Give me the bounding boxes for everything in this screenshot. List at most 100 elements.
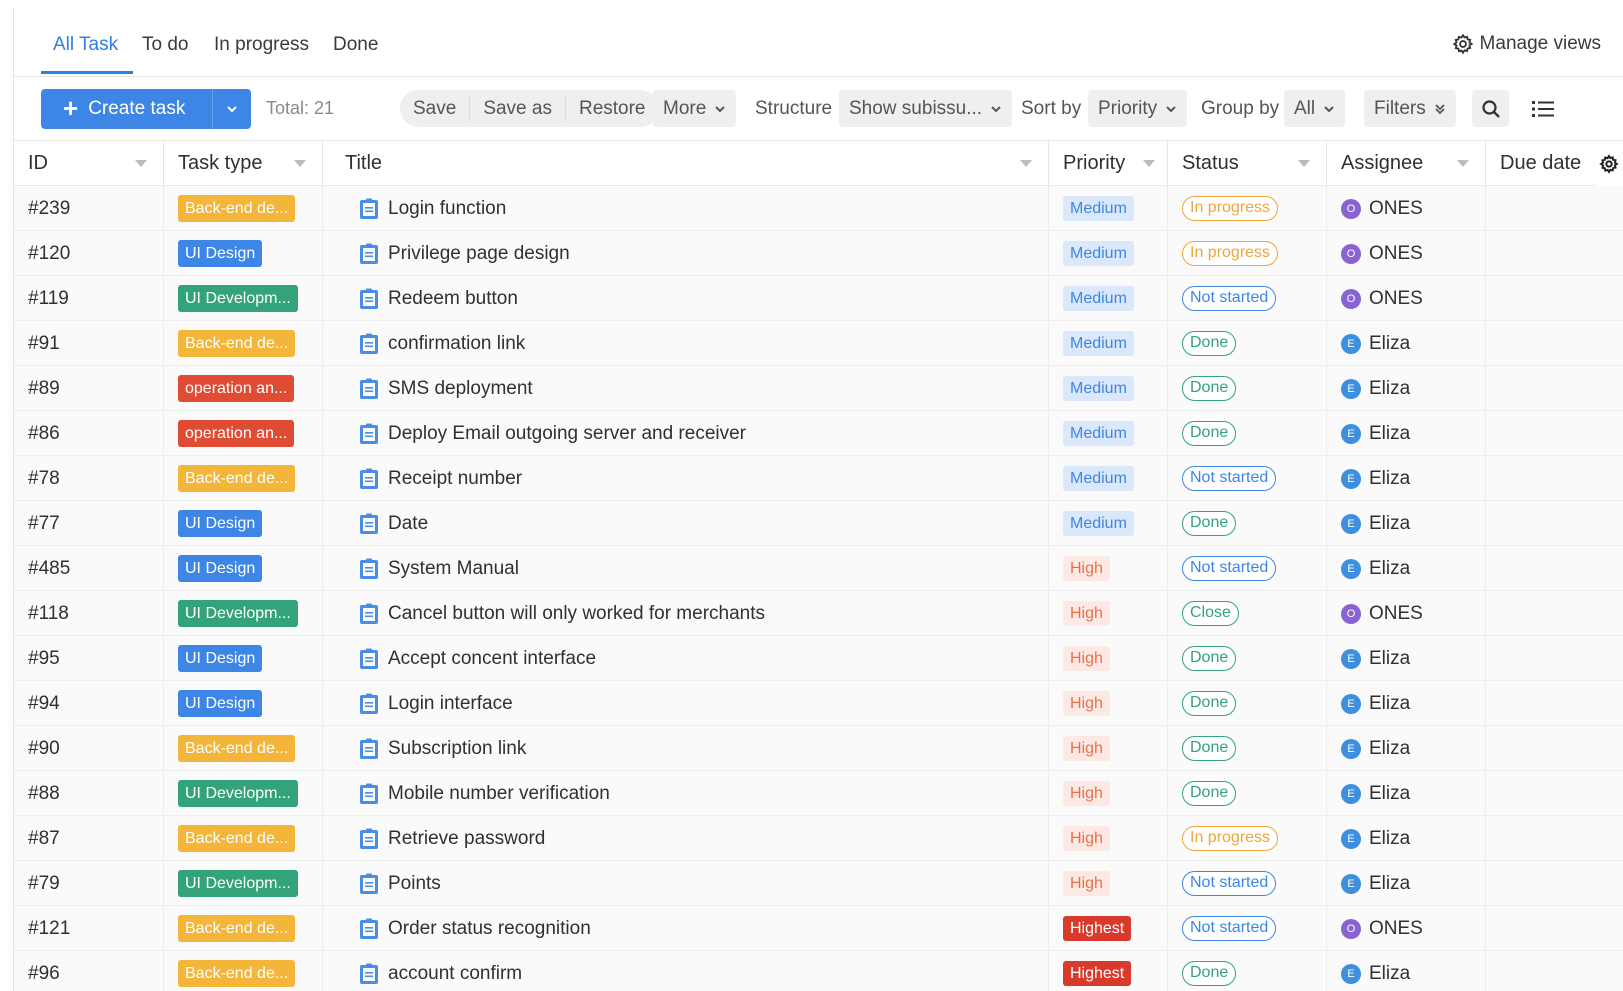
task-title-cell[interactable]: Login interface [323, 681, 1049, 726]
assignee-cell[interactable]: E Eliza [1327, 951, 1486, 991]
status-badge[interactable]: Not started [1182, 871, 1277, 896]
due-date-cell[interactable] [1486, 321, 1623, 366]
column-header-priority[interactable]: Priority [1049, 141, 1168, 186]
structure-select[interactable]: Show subissu... [839, 90, 1013, 127]
task-type-badge[interactable]: UI Design [178, 555, 263, 582]
priority-badge[interactable]: High [1063, 601, 1110, 626]
restore-button[interactable]: Restore [566, 96, 659, 122]
assignee-cell[interactable]: E Eliza [1327, 366, 1486, 411]
task-type-badge[interactable]: Back-end de... [178, 195, 296, 222]
status-badge[interactable]: Done [1182, 331, 1237, 356]
due-date-cell[interactable] [1486, 456, 1623, 501]
table-row[interactable]: #118 UI Developm... Cancel button will o… [14, 591, 1623, 636]
column-header-id[interactable]: ID [14, 141, 164, 186]
task-title-cell[interactable]: Order status recognition [323, 906, 1049, 951]
due-date-cell[interactable] [1486, 771, 1623, 816]
task-title-cell[interactable]: Login function [323, 186, 1049, 231]
filters-button[interactable]: Filters [1364, 90, 1456, 127]
table-row[interactable]: #119 UI Developm... Redeem button Medium… [14, 276, 1623, 321]
status-badge[interactable]: Done [1182, 781, 1237, 806]
assignee-cell[interactable]: E Eliza [1327, 546, 1486, 591]
sort-caret-icon[interactable] [1143, 160, 1155, 167]
task-type-badge[interactable]: UI Developm... [178, 780, 298, 807]
assignee-cell[interactable]: E Eliza [1327, 726, 1486, 771]
assignee-cell[interactable]: O ONES [1327, 186, 1486, 231]
assignee-cell[interactable]: E Eliza [1327, 861, 1486, 906]
priority-badge[interactable]: High [1063, 826, 1110, 851]
assignee-cell[interactable]: O ONES [1327, 231, 1486, 276]
table-row[interactable]: #79 UI Developm... Points High Not start… [14, 861, 1623, 906]
task-type-badge[interactable]: UI Design [178, 510, 263, 537]
create-task-dropdown[interactable] [213, 103, 251, 115]
table-row[interactable]: #78 Back-end de... Receipt number Medium… [14, 456, 1623, 501]
table-row[interactable]: #87 Back-end de... Retrieve password Hig… [14, 816, 1623, 861]
assignee-cell[interactable]: E Eliza [1327, 501, 1486, 546]
priority-badge[interactable]: Medium [1063, 196, 1134, 221]
task-title-cell[interactable]: Cancel button will only worked for merch… [323, 591, 1049, 636]
task-type-badge[interactable]: UI Developm... [178, 600, 298, 627]
create-task-button[interactable]: + Create task [41, 89, 251, 129]
due-date-cell[interactable] [1486, 276, 1623, 321]
column-header-title[interactable]: Title [323, 141, 1049, 186]
tab-all-task[interactable]: All Task [53, 34, 118, 56]
due-date-cell[interactable] [1486, 861, 1623, 906]
table-row[interactable]: #94 UI Design Login interface High Done … [14, 681, 1623, 726]
status-badge[interactable]: Done [1182, 376, 1237, 401]
task-title-cell[interactable]: Receipt number [323, 456, 1049, 501]
status-badge[interactable]: In progress [1182, 241, 1279, 266]
priority-badge[interactable]: Medium [1063, 241, 1134, 266]
task-title-cell[interactable]: Points [323, 861, 1049, 906]
status-badge[interactable]: Done [1182, 421, 1237, 446]
column-header-status[interactable]: Status [1168, 141, 1327, 186]
priority-badge[interactable]: High [1063, 691, 1110, 716]
due-date-cell[interactable] [1486, 951, 1623, 991]
group-select[interactable]: All [1284, 90, 1346, 127]
task-type-badge[interactable]: UI Developm... [178, 285, 298, 312]
task-type-badge[interactable]: UI Developm... [178, 870, 298, 897]
task-type-badge[interactable]: UI Design [178, 240, 263, 267]
task-title-cell[interactable]: Mobile number verification [323, 771, 1049, 816]
status-badge[interactable]: In progress [1182, 826, 1279, 851]
save-button[interactable]: Save [400, 95, 471, 122]
priority-badge[interactable]: Medium [1063, 286, 1134, 311]
due-date-cell[interactable] [1486, 231, 1623, 276]
task-title-cell[interactable]: System Manual [323, 546, 1049, 591]
table-row[interactable]: #90 Back-end de... Subscription link Hig… [14, 726, 1623, 771]
table-row[interactable]: #86 operation an... Deploy Email outgoin… [14, 411, 1623, 456]
task-type-badge[interactable]: operation an... [178, 420, 295, 447]
due-date-cell[interactable] [1486, 411, 1623, 456]
table-row[interactable]: #95 UI Design Accept concent interface H… [14, 636, 1623, 681]
list-view-button[interactable] [1524, 90, 1561, 127]
sort-select[interactable]: Priority [1088, 90, 1188, 127]
table-row[interactable]: #77 UI Design Date Medium Done E Eliza [14, 501, 1623, 546]
status-badge[interactable]: Not started [1182, 916, 1277, 941]
due-date-cell[interactable] [1486, 906, 1623, 951]
assignee-cell[interactable]: E Eliza [1327, 456, 1486, 501]
status-badge[interactable]: Done [1182, 736, 1237, 761]
column-header-assignee[interactable]: Assignee [1327, 141, 1486, 186]
table-row[interactable]: #239 Back-end de... Login function Mediu… [14, 186, 1623, 231]
sort-caret-icon[interactable] [294, 160, 306, 167]
task-type-badge[interactable]: Back-end de... [178, 825, 296, 852]
status-badge[interactable]: Done [1182, 961, 1237, 986]
assignee-cell[interactable]: O ONES [1327, 906, 1486, 951]
priority-badge[interactable]: Medium [1063, 511, 1134, 536]
due-date-cell[interactable] [1486, 681, 1623, 726]
priority-badge[interactable]: Highest [1063, 961, 1132, 986]
due-date-cell[interactable] [1486, 501, 1623, 546]
task-type-badge[interactable]: Back-end de... [178, 465, 296, 492]
sort-caret-icon[interactable] [1020, 160, 1032, 167]
task-title-cell[interactable]: confirmation link [323, 321, 1049, 366]
assignee-cell[interactable]: E Eliza [1327, 321, 1486, 366]
tab-to-do[interactable]: To do [142, 34, 188, 56]
priority-badge[interactable]: Medium [1063, 376, 1134, 401]
task-title-cell[interactable]: Retrieve password [323, 816, 1049, 861]
priority-badge[interactable]: Highest [1063, 916, 1132, 941]
task-type-badge[interactable]: UI Design [178, 690, 263, 717]
priority-badge[interactable]: High [1063, 736, 1110, 761]
table-row[interactable]: #485 UI Design System Manual High Not st… [14, 546, 1623, 591]
column-settings-button[interactable] [1595, 141, 1623, 186]
task-title-cell[interactable]: Privilege page design [323, 231, 1049, 276]
status-badge[interactable]: In progress [1182, 196, 1279, 221]
save-as-button[interactable]: Save as [470, 95, 566, 122]
